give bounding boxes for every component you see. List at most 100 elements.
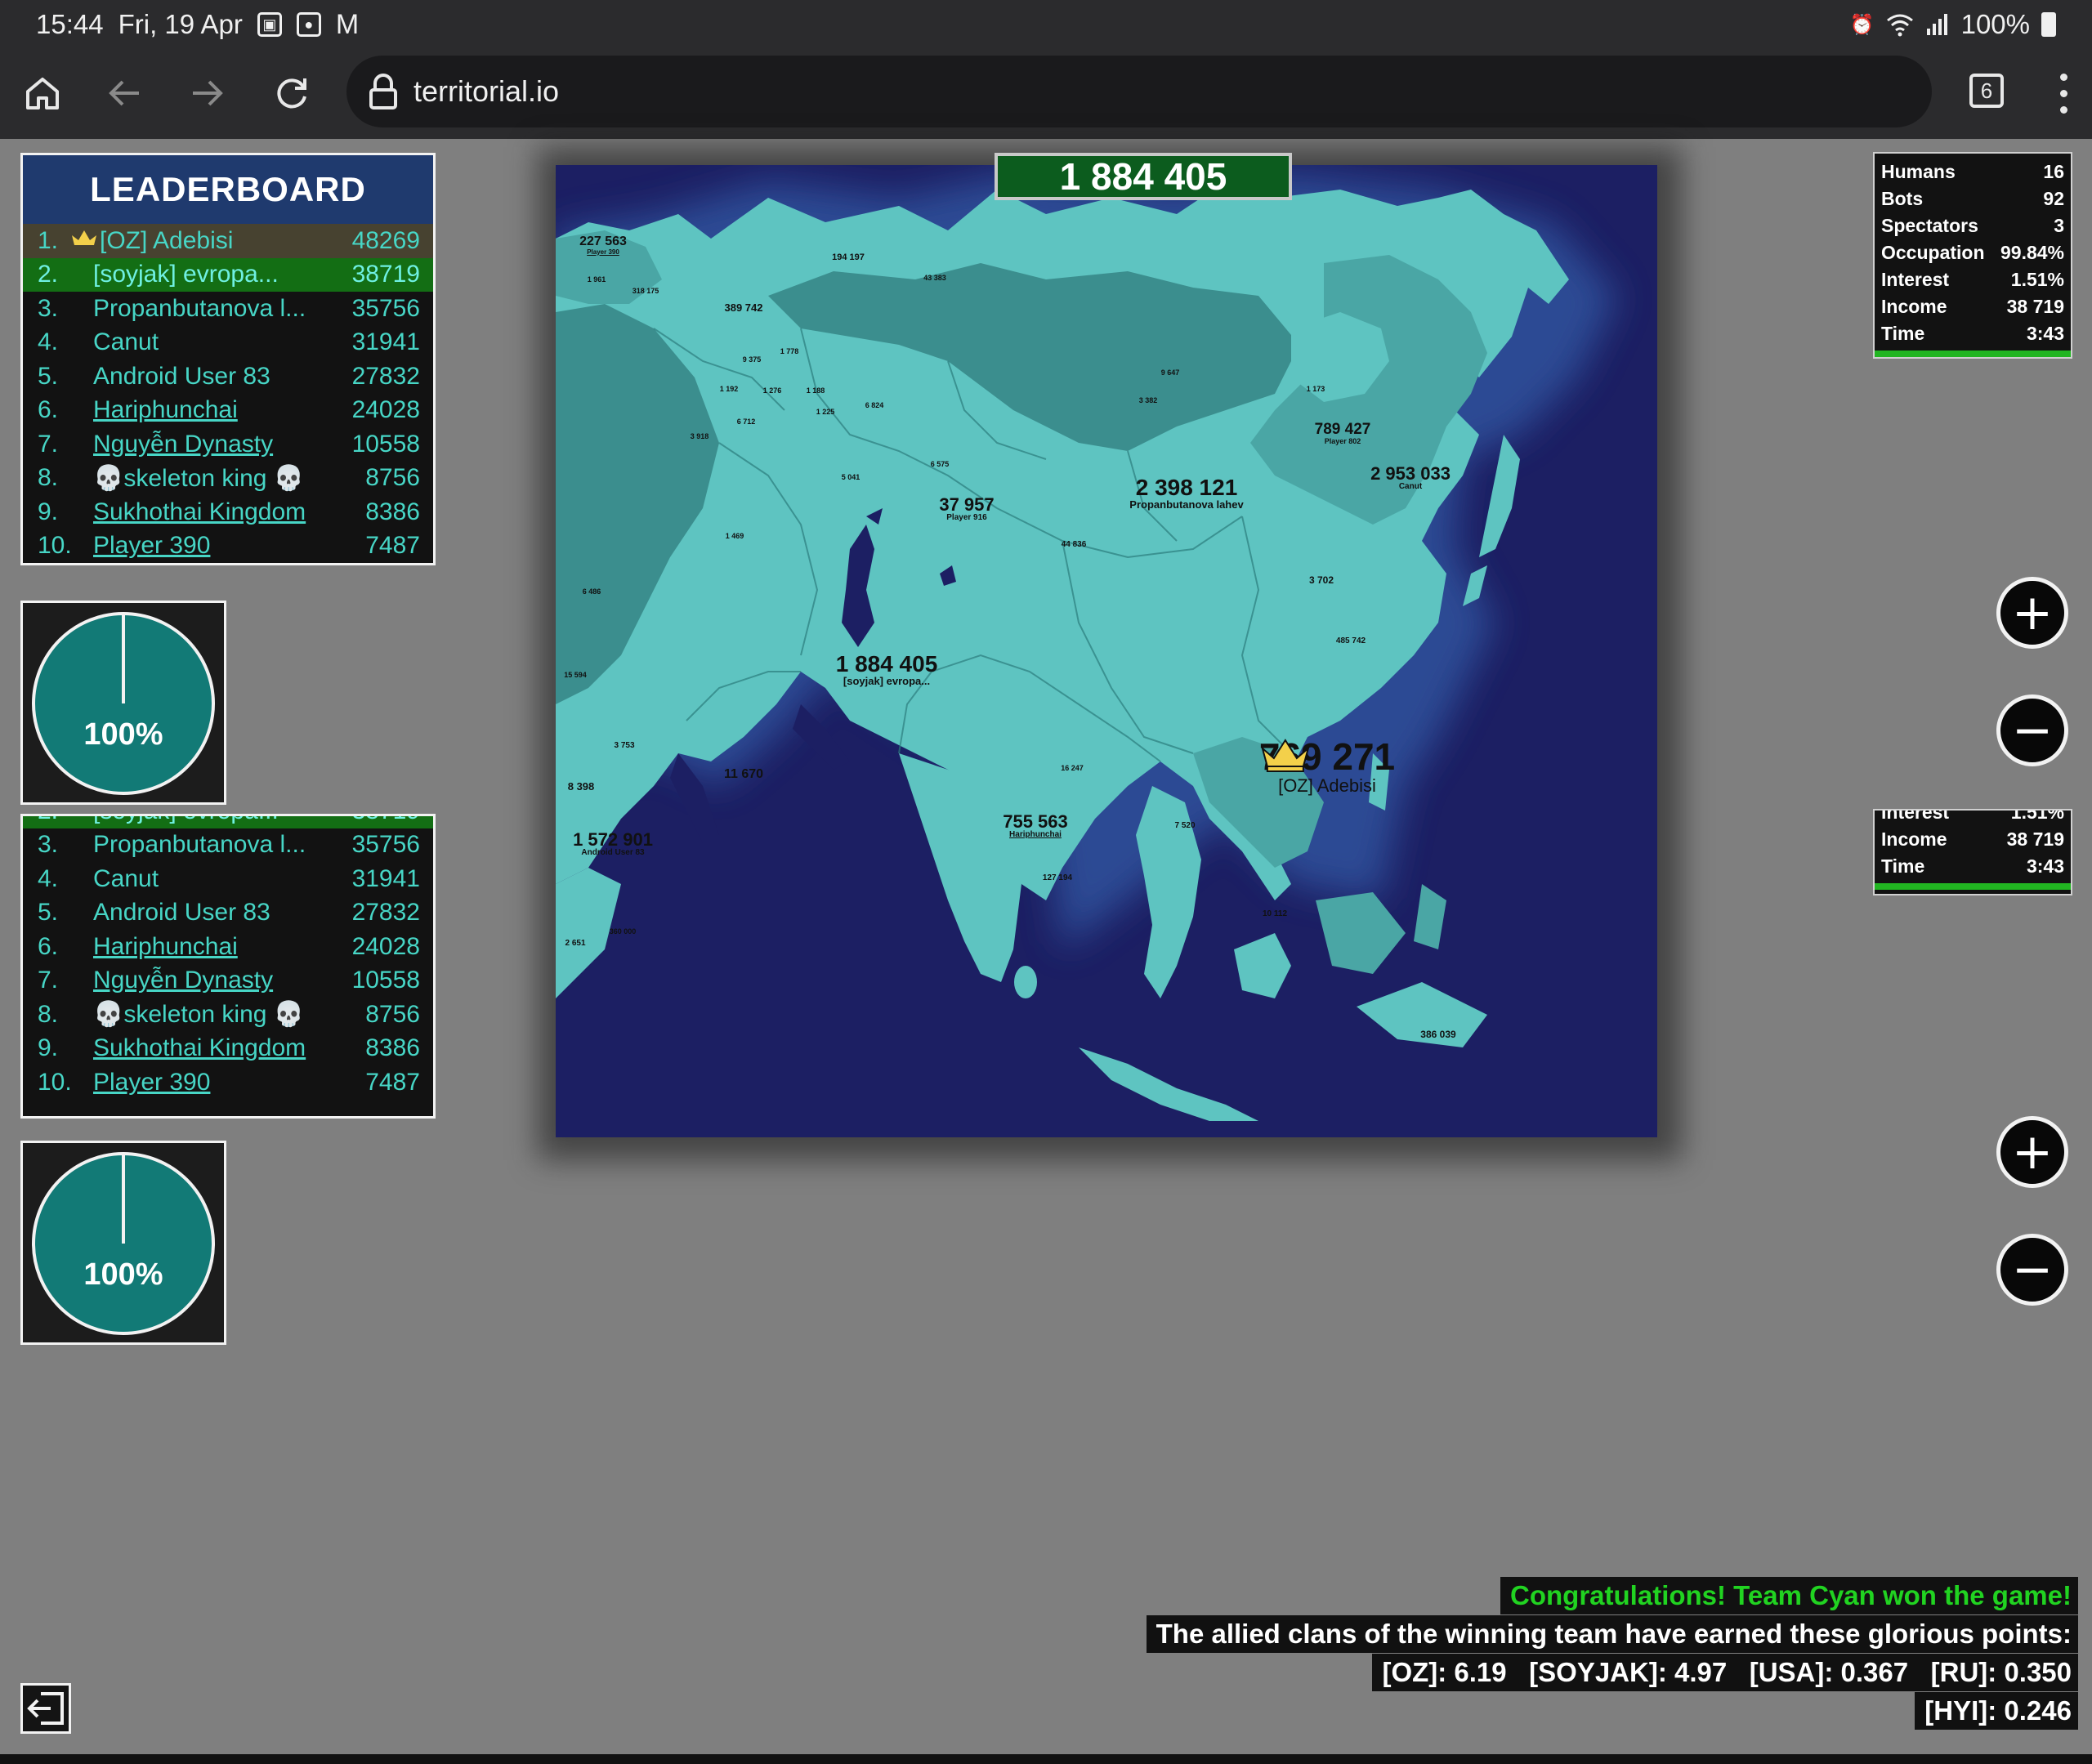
leaderboard-player-name-text: Canut [93,864,159,892]
home-icon[interactable] [16,67,69,119]
leaderboard-row[interactable]: 10. Player 390 7487 [23,529,433,564]
stat-row: Income 38 719 [1881,293,2064,320]
leaderboard-score: 24028 [351,932,420,960]
stat-value: 38 719 [2006,828,2064,850]
leaderboard-player-name: 💀skeleton king 💀 [93,1000,346,1029]
tabs-icon[interactable]: 6 [1969,74,2004,108]
leaderboard-score: 27832 [351,899,420,927]
region-label: 755 563 Hariphunchai [1003,811,1068,840]
leaderboard-player-name[interactable]: Nguyễn Dynasty [93,967,346,994]
time-progress-bar [1875,351,2071,357]
leaderboard-player-name[interactable]: Hariphunchai [93,396,346,424]
leaderboard-player-name-text: [soyjak] evropa... [93,816,279,824]
region-label: 1 192 [719,385,739,393]
region-label: 8 398 [567,780,595,793]
leaderboard-row[interactable]: 5. Android User 83 27832 [23,359,433,394]
leaderboard-row[interactable]: 7. Nguyễn Dynasty 10558 [23,427,433,462]
stat-label: Humans [1881,161,1956,182]
browser-toolbar: territorial.io 6 [0,49,2092,139]
region-label: 1 276 [762,386,782,395]
territory-pie-duplicate: 100% [20,1141,226,1345]
leaderboard-row[interactable]: 1. [OZ] Adebisi 48269 [23,224,433,258]
leaderboard-row[interactable]: 6. Hariphunchai 24028 [23,930,433,964]
region-label: 1 884 405 [soyjak] evropa... [835,651,938,688]
back-icon[interactable] [98,67,150,119]
leaderboard-player-name[interactable]: Nguyễn Dynasty [93,431,346,458]
forward-icon[interactable] [181,67,234,119]
stat-value: 1.51% [2010,269,2064,290]
leaderboard-rank: 6. [38,932,59,960]
leaderboard-rows: 1. [OZ] Adebisi 48269 2. [soyjak] evropa... 3… [23,224,433,563]
zoom-out-button[interactable]: − [1996,694,2068,766]
leaderboard-rank: 3. [38,294,59,322]
leaderboard-player-name[interactable]: Hariphunchai [93,933,346,961]
leaderboard-player-name-text: Player 390 [93,532,211,560]
leaderboard-player-name[interactable]: Player 390 [93,532,346,560]
region-label: 3 753 [614,741,635,750]
leaderboard-player-name: 💀skeleton king 💀 [93,464,346,493]
leaderboard-player-name[interactable]: Sukhothai Kingdom [93,498,346,526]
stat-value: 3 [2054,215,2064,236]
leaderboard-player-name: Canut [93,865,346,893]
region-label: 9 375 [742,355,762,364]
stat-value: 99.84% [2000,242,2064,263]
leaderboard-row[interactable]: 5. Android User 83 27832 [23,896,433,931]
url-bar[interactable]: territorial.io [346,56,1932,127]
region-label: 1 778 [780,347,799,355]
leaderboard-rank: 2. [38,261,59,288]
status-date: Fri, 19 Apr [118,9,243,39]
leaderboard-title: LEADERBOARD [23,155,433,224]
region-label: 10 112 [1262,909,1288,918]
status-time: 15:44 [36,9,104,39]
leaderboard-row[interactable]: 8. 💀skeleton king 💀 8756 [23,462,433,496]
region-label: 44 836 [1061,540,1087,549]
leaderboard-row[interactable]: 6. Hariphunchai 24028 [23,394,433,428]
battery-icon [2041,12,2056,37]
region-label: 1 225 [816,408,835,416]
leaderboard-row[interactable]: 9. Sukhothai Kingdom 8386 [23,1032,433,1066]
leaderboard-row[interactable]: 9. Sukhothai Kingdom 8386 [23,495,433,529]
leaderboard-row[interactable]: 2.[soyjak] evropa...38719 [23,257,433,292]
leaderboard-row[interactable]: 4. Canut 31941 [23,326,433,360]
leaderboard-row[interactable]: 2.[soyjak] evropa...38719 [23,816,433,828]
url-text: territorial.io [413,74,560,108]
exit-game-button[interactable] [20,1683,71,1734]
leaderboard-row[interactable]: 8. 💀skeleton king 💀 8756 [23,998,433,1032]
leaderboard-player-name[interactable]: Player 390 [93,1069,346,1096]
leaderboard-rank: 8. [38,1000,59,1028]
stat-label: Interest [1881,809,1950,823]
region-label: 6 824 [865,401,884,409]
leaderboard-score: 31941 [351,328,420,356]
status-bar: 15:44 Fri, 19 Apr ▣ ● M ⏰ 100% [0,0,2092,49]
zoom-in-button[interactable]: + [1996,577,2068,649]
leaderboard-player-name-text: Nguyễn Dynasty [93,967,274,994]
reload-icon[interactable] [266,67,318,119]
leaderboard-row[interactable]: 3. Propanbutanova l... 35756 [23,828,433,863]
clan-points-line-1: [OZ]: 6.19 [SOYJAK]: 4.97 [USA]: 0.367 [… [1372,1654,2078,1691]
stat-row: Bots 92 [1881,185,2064,212]
region-label: 1 469 [725,532,744,540]
game-map[interactable]: 227 563 Player 390 194 197 43 383 389 742… [556,165,1657,1137]
zoom-out-button-duplicate[interactable]: − [1996,1234,2068,1306]
leaderboard-score: 8386 [365,1034,420,1062]
leaderboard-rank: 5. [38,362,59,390]
leaderboard-player-name-text: 💀skeleton king 💀 [93,464,305,492]
leaderboard-player-name-text: Propanbutanova l... [93,294,306,322]
region-label: 1 572 901 Android User 83 [573,829,653,858]
stat-label: Income [1881,296,1947,317]
leaderboard-score: 48269 [351,226,420,254]
leaderboard-player-name[interactable]: Sukhothai Kingdom [93,1034,346,1062]
leaderboard-row[interactable]: 7. Nguyễn Dynasty 10558 [23,964,433,998]
leaderboard-score: 7487 [365,1068,420,1096]
region-label: 3 382 [1138,396,1158,404]
leaderboard-row[interactable]: 4. Canut 31941 [23,862,433,896]
leaderboard-row[interactable]: 10. Player 390 7487 [23,1065,433,1100]
leaderboard-rank: 1. [38,226,59,254]
zoom-in-button-duplicate[interactable]: + [1996,1116,2068,1188]
leaderboard-rank: 6. [38,396,59,424]
leaderboard-row[interactable]: 3. Propanbutanova l... 35756 [23,292,433,326]
territory-pie: 100% [20,601,226,805]
stat-row: Interest 1.51% [1881,809,2064,826]
leaderboard-player-name-text: Android User 83 [93,899,270,927]
menu-icon[interactable] [2047,69,2080,118]
